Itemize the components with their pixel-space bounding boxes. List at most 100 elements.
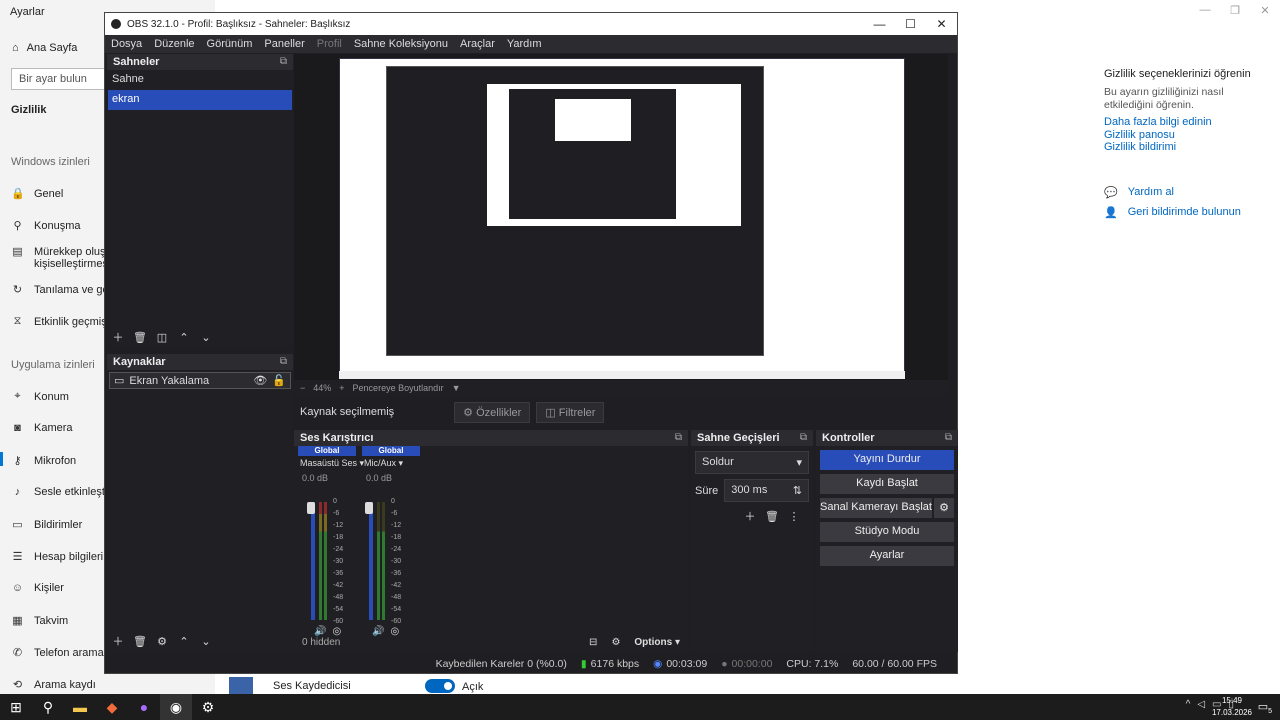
down-icon[interactable]: ⌄ [195,635,217,648]
scene-item[interactable]: Sahne [108,70,292,90]
obs-maximize-button[interactable]: ☐ [895,17,926,31]
meter-scale: 0 -6 -12 -18 -24 -30 -36 -42 -48 -54 -60 [391,498,402,625]
filter-icon: ◫ [545,406,556,419]
more-icon[interactable]: ⋮ [783,510,805,523]
menu-profile[interactable]: Profil [311,38,348,50]
up-icon[interactable]: ⌃ [173,331,195,344]
trash-icon[interactable]: 🗑 [129,635,151,648]
file-explorer-icon[interactable]: ▬ [64,694,96,720]
feedback-link[interactable]: 👤 Geri bildirimde bulunun [1104,206,1241,219]
volume-slider-track[interactable] [369,502,373,620]
float-icon[interactable]: ⧉ [945,432,952,444]
duration-spinbox[interactable]: 300 ms ⇅ [724,479,809,502]
add-icon[interactable]: ＋ [739,508,761,524]
obs-minimize-button[interactable]: — [864,17,895,31]
bitrate: 6176 kbps [590,657,640,670]
start-virtual-camera-button[interactable]: Sanal Kamerayı Başlat [820,498,932,518]
float-icon[interactable]: ⧉ [800,432,807,444]
up-icon[interactable]: ⌃ [173,635,195,648]
settings-taskbar-icon[interactable]: ⚙ [192,694,224,720]
recorder-toggle[interactable] [425,679,455,693]
menu-file[interactable]: Dosya [105,38,148,50]
gear-icon: ⚙ [463,406,474,419]
obs-title: OBS 32.1.0 - Profil: Başlıksız - Sahnele… [127,18,351,30]
brave-browser-icon[interactable]: ◆ [96,694,128,720]
add-icon[interactable]: ＋ [107,633,129,649]
scene-item-selected[interactable]: ekran [108,90,292,110]
eye-icon[interactable]: 👁 [253,374,267,387]
section-title: Gizlilik [11,104,47,116]
close-button[interactable]: ✕ [1250,4,1280,20]
source-item[interactable]: ▭ Ekran Yakalama 👁 🔓 [109,372,291,389]
search-icon[interactable]: ⚲ [32,694,64,720]
down-icon[interactable]: ⌄ [195,331,217,344]
filters-button[interactable]: ◫ Filtreler [536,401,605,423]
layout-icon[interactable]: ⊟ [589,637,597,648]
zoom-out-icon[interactable]: − [300,383,305,393]
menu-help[interactable]: Yardım [501,38,548,50]
level-meter [324,502,327,620]
gear-icon[interactable]: ⚙ [151,635,173,648]
properties-button[interactable]: ⚙ Özellikler [454,401,531,423]
filter-icon[interactable]: ◫ [151,331,173,344]
menu-tools[interactable]: Araçlar [454,38,501,50]
obs-taskbar-icon[interactable]: ◉ [160,694,192,720]
messenger-icon[interactable]: ● [128,694,160,720]
fit-to-window[interactable]: Pencereye Boyutlandır [353,383,444,393]
float-icon[interactable]: ⧉ [675,432,682,444]
home-link[interactable]: ⌂ Ana Sayfa [12,42,77,54]
notification-center-icon[interactable]: ▭5 [1258,700,1272,715]
obs-close-button[interactable]: ✕ [926,17,957,31]
zoom-in-icon[interactable]: + [339,383,344,393]
gear-icon[interactable]: ⚙ [934,498,954,518]
gear-icon[interactable]: ⚙ [611,637,620,648]
channel-name[interactable]: Mic/Aux ▾ [362,456,420,471]
transition-select[interactable]: Soldur ▾ [695,451,809,474]
lock-icon[interactable]: 🔓 [272,374,286,387]
call-history-icon: ⟲ [12,679,23,691]
chevron-down-icon: ▾ [796,457,802,469]
virtual-camera-row: Sanal Kamerayı Başlat ⚙ [816,498,958,522]
add-icon[interactable]: ＋ [107,329,129,345]
windows-permissions-header: Windows izinleri [11,156,90,168]
captured-inner-preview [555,99,631,141]
sidebar-item-ink-line2: kişiselleştirmesi [34,258,111,270]
sidebar-item-call-history[interactable]: ⟲ Arama kaydı [11,678,129,692]
sources-dock: Kaynaklar ⧉ ▭ Ekran Yakalama 👁 🔓 ＋ 🗑 ⚙ ⌃ ⌄ [107,354,293,656]
channel-name[interactable]: Masaüstü Ses ▾ [298,456,364,471]
dropped-frames: Kaybedilen Kareler 0 (%0.0) [435,657,567,670]
stop-streaming-button[interactable]: Yayını Durdur [820,450,954,470]
volume-slider-handle[interactable] [365,502,373,514]
menu-edit[interactable]: Düzenle [148,38,200,50]
volume-slider-handle[interactable] [307,502,315,514]
volume-slider-track[interactable] [311,502,315,620]
privacy-dashboard-link[interactable]: Gizlilik panosu [1104,129,1175,141]
get-help-link[interactable]: 💬 Yardım al [1104,186,1174,199]
chevron-down-icon[interactable]: ▼ [452,383,461,393]
start-icon[interactable]: ⊞ [0,694,32,720]
trash-icon[interactable]: 🗑 [129,331,151,344]
settings-search-input[interactable]: Bir ayar bulun [11,68,105,90]
stream-icon: ◉ [653,657,663,670]
trash-icon[interactable]: 🗑 [761,510,783,523]
volume-icon[interactable]: ◁ [1197,699,1205,710]
learn-more-link[interactable]: Daha fazla bilgi edinin [1104,116,1212,128]
settings-title: Ayarlar [10,6,45,18]
menu-scene-collection[interactable]: Sahne Koleksiyonu [348,38,454,50]
menu-view[interactable]: Görünüm [201,38,259,50]
options-button[interactable]: Options ▾ [634,637,680,648]
maximize-button[interactable]: ❐ [1220,4,1250,20]
chevron-up-icon[interactable]: ^ [1186,699,1191,710]
start-recording-button[interactable]: Kaydı Başlat [820,474,954,494]
clock-date: 17.03.2026 [1211,708,1252,717]
source-context-bar: Kaynak seçilmemiş ⚙ Özellikler ◫ Filtrel… [294,399,948,425]
settings-button[interactable]: Ayarlar [820,546,954,566]
minimize-button[interactable]: — [1190,4,1220,20]
float-icon[interactable]: ⧉ [280,356,287,368]
privacy-statement-link[interactable]: Gizlilik bildirimi [1104,141,1176,153]
menu-docks[interactable]: Paneller [258,38,310,50]
help-icon: 💬 [1104,187,1118,199]
float-icon[interactable]: ⧉ [280,56,287,68]
studio-mode-button[interactable]: Stüdyo Modu [820,522,954,542]
clock[interactable]: 15:49 17.03.2026 [1212,695,1252,719]
